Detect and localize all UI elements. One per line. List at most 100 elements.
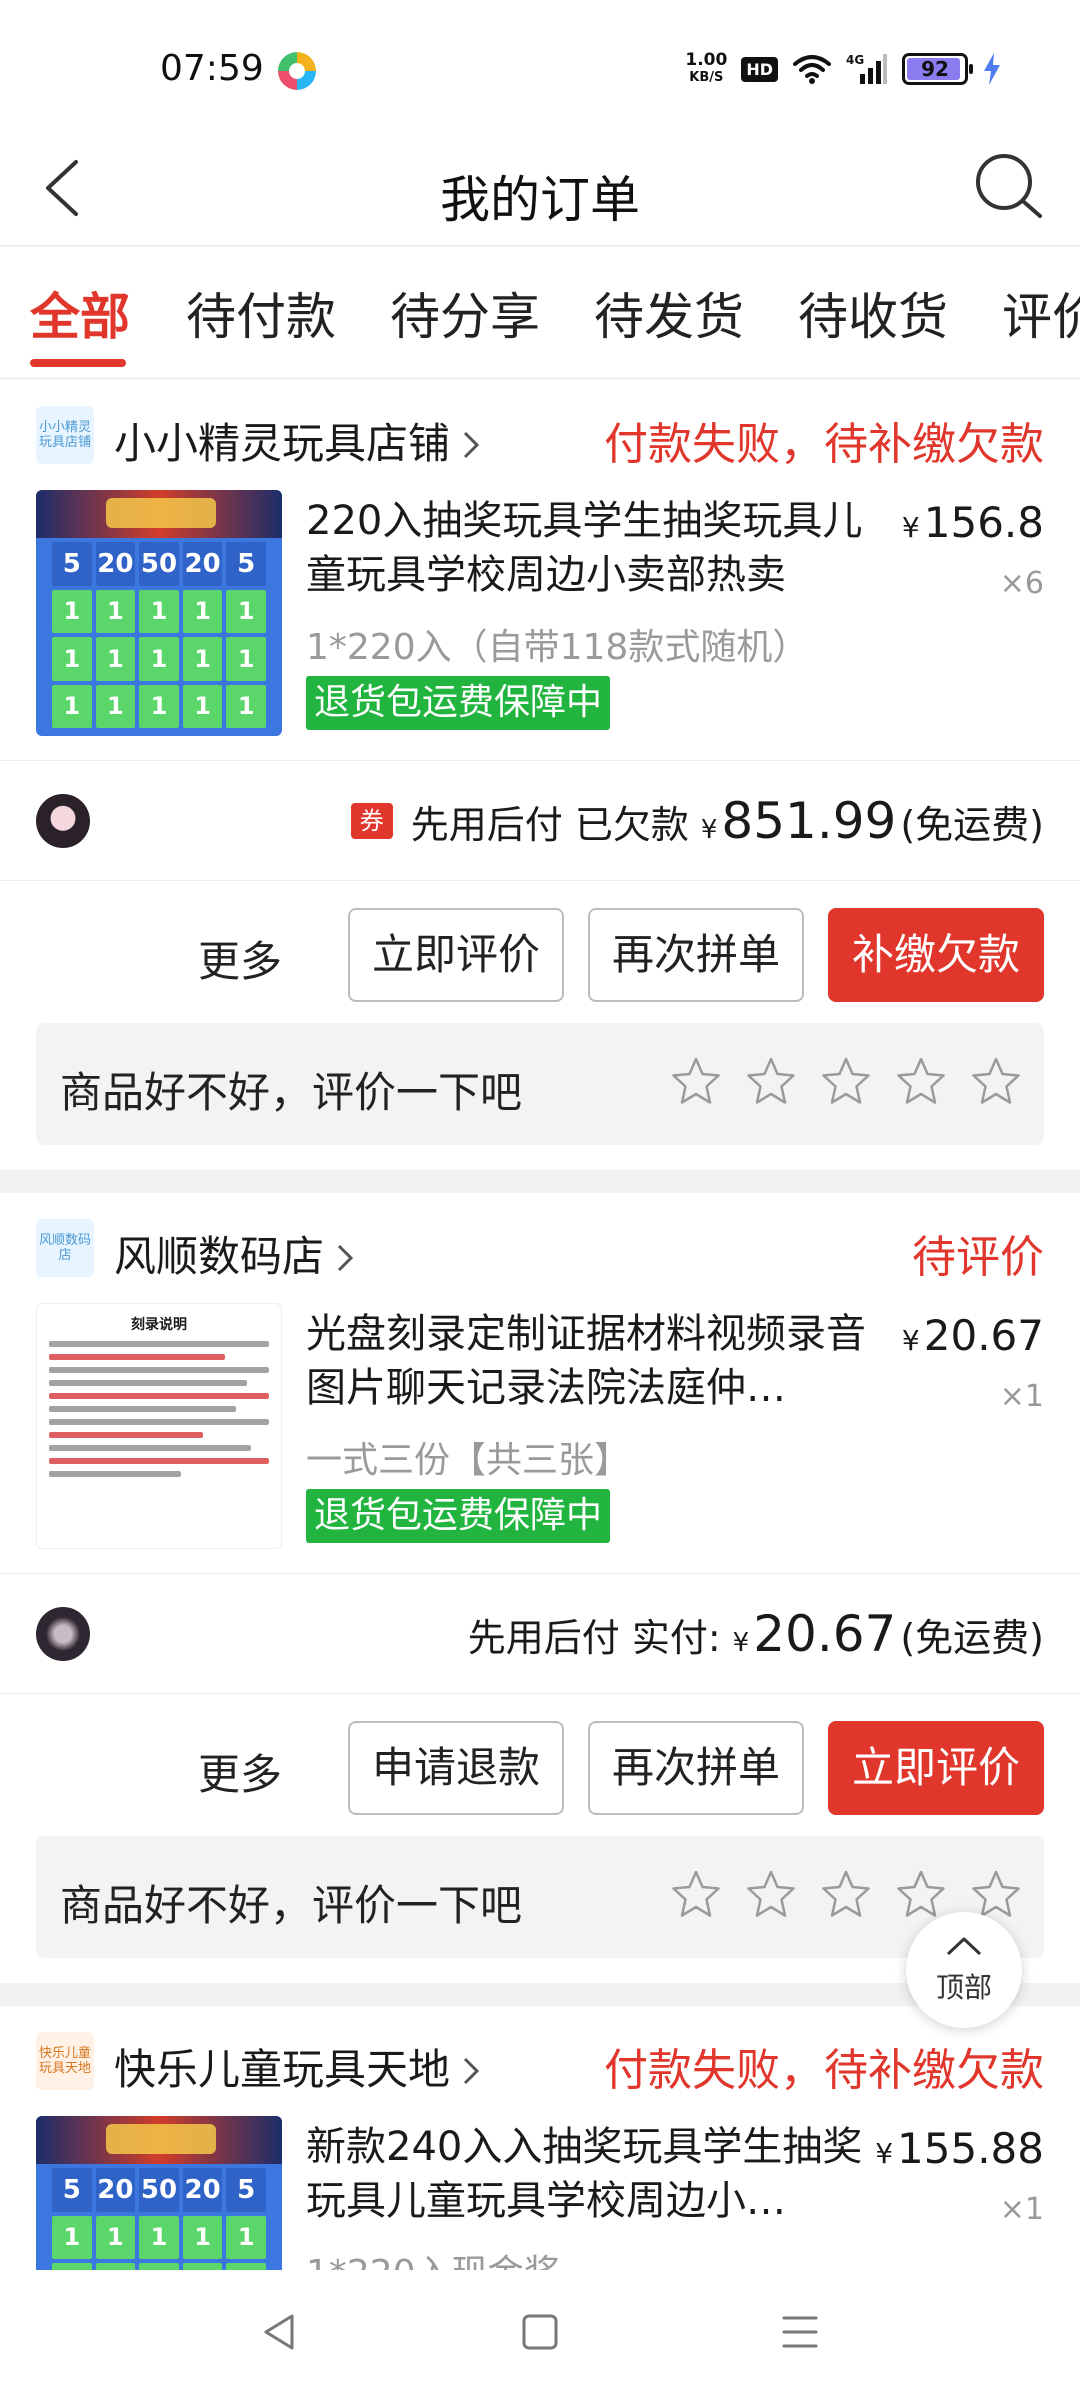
- page-title: 我的订单: [440, 171, 640, 229]
- tab-pending-receipt[interactable]: 待收货: [798, 277, 948, 349]
- product-title[interactable]: 新款240入入抽奖玩具学生抽奖玩具儿童玩具学校周边小…: [306, 2120, 886, 2228]
- divider: [0, 1573, 1080, 1574]
- guarantee-badge: 退货包运费保障中: [306, 676, 611, 730]
- product-title[interactable]: 光盘刻录定制证据材料视频录音图片聊天记录法院法庭仲…: [306, 1307, 886, 1415]
- currency-symbol: ¥: [700, 815, 718, 845]
- thumb-grid: 52050205 11111 11111 11111: [52, 542, 266, 728]
- avatar: [36, 794, 90, 848]
- shop-name[interactable]: 快乐儿童玩具天地: [114, 2036, 480, 2097]
- rating-box: 商品好不好，评价一下吧: [36, 1023, 1044, 1145]
- shipping-note: (免运费): [900, 803, 1044, 847]
- star-icon[interactable]: [895, 1868, 947, 1920]
- hd-icon: HD: [741, 56, 778, 82]
- home-square-icon[interactable]: [518, 2310, 562, 2354]
- shop-name[interactable]: 小小精灵玩具店铺: [114, 410, 480, 471]
- product-thumbnail[interactable]: 刻录说明: [36, 1303, 282, 1549]
- payment-row: 先用后付 实付: ¥ 20.67 (免运费): [36, 1593, 1044, 1673]
- tab-indicator: [30, 359, 126, 367]
- chevron-right-icon: [463, 431, 480, 459]
- reorder-button[interactable]: 再次拼单: [588, 1721, 804, 1815]
- network-type-label: 4G: [846, 53, 864, 67]
- tab-review[interactable]: 评价: [1002, 277, 1080, 349]
- divider: [0, 880, 1080, 881]
- shop-name-label: 风顺数码店: [114, 1232, 325, 1281]
- app-notification-icon: [278, 52, 316, 90]
- status-time: 07:59: [160, 48, 264, 89]
- payment-row: 券 先用后付 已欠款 ¥ 851.99 (免运费): [36, 780, 1044, 860]
- shop-name[interactable]: 风顺数码店: [114, 1223, 354, 1284]
- product-spec: 1*220入现金奖: [306, 2244, 560, 2270]
- star-icon[interactable]: [970, 1055, 1022, 1107]
- thumb-doc-title: 刻录说明: [131, 1317, 187, 1333]
- currency-symbol: ¥: [732, 1628, 750, 1658]
- order-status: 待评价: [912, 1232, 1044, 1283]
- shop-row[interactable]: 快乐儿童玩具天地 快乐儿童玩具天地 付款失败，待补缴欠款: [36, 2032, 1044, 2096]
- product-quantity: ×1: [999, 1379, 1044, 1414]
- action-row: 更多 申请退款 再次拼单 立即评价: [36, 1721, 1044, 1815]
- status-icons: 1.00 KB/S HD 4G 92: [685, 52, 1002, 86]
- star-icon[interactable]: [670, 1055, 722, 1107]
- more-button[interactable]: 更多: [198, 1741, 282, 1802]
- star-icon[interactable]: [670, 1868, 722, 1920]
- payment-amount: 851.99: [721, 792, 897, 850]
- status-bar: 07:59 1.00 KB/S HD 4G 92: [0, 0, 1080, 130]
- review-button[interactable]: 立即评价: [348, 908, 564, 1002]
- back-to-top-button[interactable]: 顶部: [906, 1912, 1022, 2028]
- product-price: ¥20.67: [901, 1311, 1044, 1360]
- payment-label: 先用后付 已欠款: [410, 803, 689, 847]
- shop-row[interactable]: 风顺数码店 风顺数码店 待评价: [36, 1219, 1044, 1283]
- pay-arrears-button[interactable]: 补缴欠款: [828, 908, 1044, 1002]
- more-button[interactable]: 更多: [198, 928, 282, 989]
- chevron-right-icon: [463, 2057, 480, 2085]
- payment-summary: 券 先用后付 已欠款 ¥ 851.99 (免运费): [350, 792, 1044, 850]
- tab-pending-shipment[interactable]: 待发货: [594, 277, 744, 349]
- rating-prompt: 商品好不好，评价一下吧: [60, 1068, 523, 1117]
- shipping-note: (免运费): [900, 1616, 1044, 1660]
- divider: [0, 1693, 1080, 1694]
- star-icon[interactable]: [820, 1055, 872, 1107]
- search-icon[interactable]: [972, 150, 1044, 222]
- star-icon[interactable]: [820, 1868, 872, 1920]
- divider: [0, 760, 1080, 761]
- product-quantity: ×6: [999, 566, 1044, 601]
- refund-button[interactable]: 申请退款: [348, 1721, 564, 1815]
- product-thumbnail[interactable]: 52050205 11111 11111 11111: [36, 490, 282, 736]
- guarantee-badge: 退货包运费保障中: [306, 1489, 611, 1543]
- shop-logo: 快乐儿童玩具天地: [36, 2032, 94, 2090]
- shop-logo: 小小精灵玩具店铺: [36, 406, 94, 464]
- tab-all[interactable]: 全部: [30, 277, 130, 349]
- back-triangle-icon[interactable]: [258, 2310, 302, 2354]
- star-icon[interactable]: [970, 1868, 1022, 1920]
- order-status: 付款失败，待补缴欠款: [604, 419, 1044, 470]
- tab-pending-payment[interactable]: 待付款: [186, 277, 336, 349]
- product-price: ¥156.8: [901, 498, 1044, 547]
- wifi-icon: [793, 55, 831, 84]
- avatar: [36, 1607, 90, 1661]
- star-icon[interactable]: [895, 1055, 947, 1107]
- star-rating[interactable]: [670, 1055, 1022, 1107]
- battery-icon: 92: [902, 53, 973, 85]
- payment-amount: 20.67: [753, 1605, 897, 1663]
- product-title[interactable]: 220入抽奖玩具学生抽奖玩具儿童玩具学校周边小卖部热卖: [306, 494, 886, 602]
- chevron-right-icon: [337, 1244, 354, 1272]
- back-to-top-label: 顶部: [935, 1971, 992, 2004]
- payment-summary: 先用后付 实付: ¥ 20.67 (免运费): [468, 1605, 1044, 1663]
- star-icon[interactable]: [745, 1055, 797, 1107]
- star-icon[interactable]: [745, 1868, 797, 1920]
- order-tabs: 全部 待付款 待分享 待发货 待收货 评价: [0, 247, 1080, 377]
- coupon-icon: 券: [350, 803, 393, 839]
- menu-lines-icon[interactable]: [778, 2310, 822, 2354]
- system-navigation-bar: [0, 2270, 1080, 2400]
- product-spec: 1*220入（自带118款式随机）: [306, 627, 809, 668]
- network-speed: 1.00 KB/S: [685, 52, 727, 86]
- review-button[interactable]: 立即评价: [828, 1721, 1044, 1815]
- tab-pending-share[interactable]: 待分享: [390, 277, 540, 349]
- network-speed-value: 1.00: [685, 50, 728, 70]
- product-price: ¥155.88: [875, 2124, 1044, 2173]
- rating-prompt: 商品好不好，评价一下吧: [60, 1881, 523, 1930]
- network-speed-unit: KB/S: [689, 70, 724, 85]
- product-thumbnail[interactable]: 52050205 11111 11111 11111: [36, 2116, 282, 2270]
- reorder-button[interactable]: 再次拼单: [588, 908, 804, 1002]
- order-card: 风顺数码店 风顺数码店 待评价 刻录说明 光盘刻录定制证据材料视频录音图片聊天记…: [0, 1193, 1080, 1983]
- shop-row[interactable]: 小小精灵玩具店铺 小小精灵玩具店铺 付款失败，待补缴欠款: [36, 406, 1044, 470]
